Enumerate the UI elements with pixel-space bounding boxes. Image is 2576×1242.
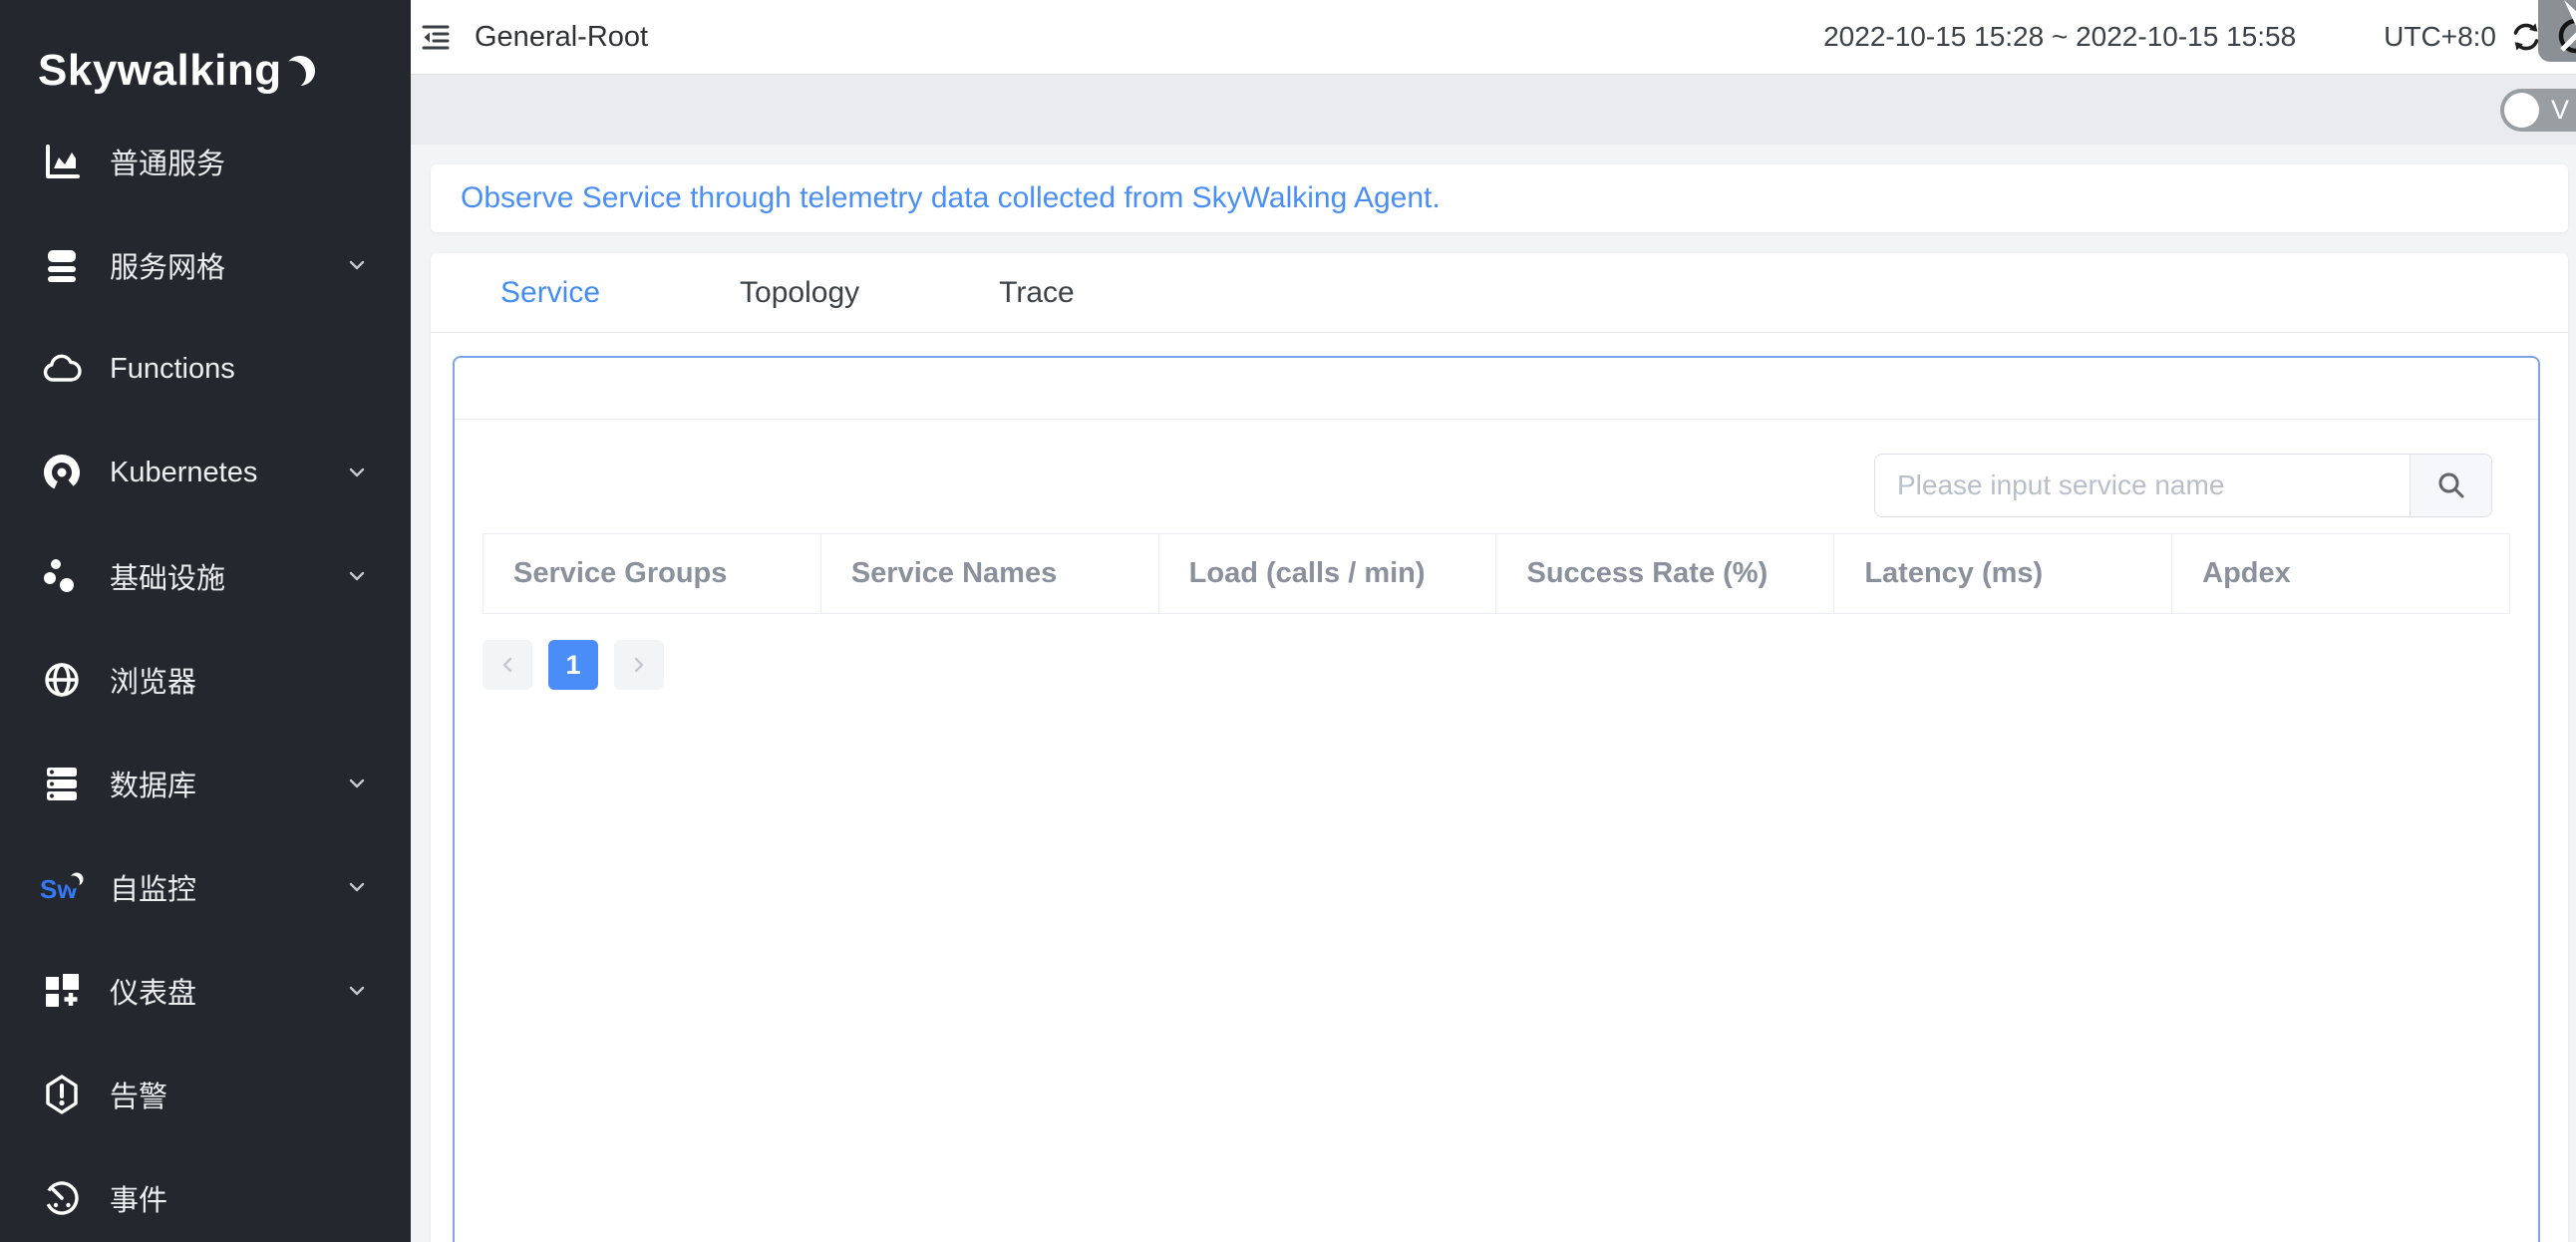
sidebar-item-label: 服务网格 xyxy=(110,244,225,286)
cloud-icon xyxy=(40,347,84,391)
events-clock-icon xyxy=(40,1176,84,1220)
sidebar-item-label: 自监控 xyxy=(110,866,196,908)
sidebar-item-label: 浏览器 xyxy=(110,659,196,701)
table-header-row: Service Groups Service Names Load (calls… xyxy=(483,534,2510,614)
notice-text: Observe Service through telemetry data c… xyxy=(461,181,1441,215)
notice-card: Observe Service through telemetry data c… xyxy=(431,164,2568,232)
infrastructure-dots-icon xyxy=(40,554,84,598)
sidebar-item-browser[interactable]: 浏览器 xyxy=(0,628,411,732)
service-panel: Service Groups Service Names Load (calls… xyxy=(453,356,2540,1242)
sidebar-item-events[interactable]: 事件 xyxy=(0,1146,411,1242)
sidebar-item-label: Functions xyxy=(110,353,235,386)
sidebar-item-functions[interactable]: Functions xyxy=(0,317,411,421)
sidebar-collapse-button[interactable] xyxy=(419,20,453,54)
main-area: General-Root 2022-10-15 15:28 ~ 2022-10-… xyxy=(411,0,2576,1242)
sidebar-item-database[interactable]: 数据库 xyxy=(0,732,411,835)
column-service-groups: Service Groups xyxy=(483,534,821,614)
toggle-label: V xyxy=(2551,95,2569,126)
page-number-active[interactable]: 1 xyxy=(548,640,598,690)
toggle-knob xyxy=(2504,93,2539,128)
sidebar-item-infrastructure[interactable]: 基础设施 xyxy=(0,524,411,628)
sidebar-item-label: 普通服务 xyxy=(110,141,225,182)
globe-icon xyxy=(40,658,84,702)
chevron-down-icon xyxy=(345,772,369,795)
sidebar-item-label: 告警 xyxy=(110,1074,167,1115)
sidebar: Skywalking 普通服务 xyxy=(0,0,411,1242)
column-apdex: Apdex xyxy=(2172,534,2510,614)
search-input[interactable] xyxy=(1875,455,2410,516)
time-range-picker[interactable]: 2022-10-15 15:28 ~ 2022-10-15 15:58 xyxy=(1823,21,2296,53)
services-table: Service Groups Service Names Load (calls… xyxy=(483,533,2510,614)
topbar: General-Root 2022-10-15 15:28 ~ 2022-10-… xyxy=(411,0,2576,74)
sidebar-item-service-mesh[interactable]: 服务网格 xyxy=(0,213,411,317)
sidebar-item-alerting[interactable]: 告警 xyxy=(0,1043,411,1146)
sidebar-item-label: Kubernetes xyxy=(110,457,257,489)
chart-icon xyxy=(40,140,84,183)
column-service-names: Service Names xyxy=(820,534,1158,614)
timezone-selector[interactable]: UTC+8:0 xyxy=(2384,21,2496,53)
panel-toolbar xyxy=(455,358,2538,420)
sidebar-item-dashboards[interactable]: 仪表盘 xyxy=(0,939,411,1043)
content-area: Observe Service through telemetry data c… xyxy=(411,145,2576,1242)
search-button[interactable] xyxy=(2410,455,2491,516)
tabs-card: Service Topology Trace xyxy=(431,253,2568,1242)
pagination: 1 xyxy=(483,640,2510,690)
chevron-down-icon xyxy=(345,461,369,484)
column-success-rate: Success Rate (%) xyxy=(1496,534,1834,614)
mesh-layers-icon xyxy=(40,243,84,287)
corner-overlay xyxy=(2538,0,2576,62)
tab-trace[interactable]: Trace xyxy=(999,276,1075,310)
skywalking-logo: Skywalking xyxy=(0,0,411,96)
tab-content: Service Groups Service Names Load (calls… xyxy=(431,333,2568,1242)
crescent-moon-icon xyxy=(278,47,320,102)
skywalking-sw-icon: Sw xyxy=(40,865,84,909)
sidebar-item-general-service[interactable]: 普通服务 xyxy=(0,110,411,213)
tab-service[interactable]: Service xyxy=(500,276,600,310)
sidebar-item-label: 仪表盘 xyxy=(110,970,196,1012)
database-icon xyxy=(40,762,84,805)
chevron-down-icon xyxy=(345,979,369,1003)
sidebar-item-kubernetes[interactable]: Kubernetes xyxy=(0,421,411,524)
sidebar-item-label: 数据库 xyxy=(110,763,196,804)
previous-page-button[interactable] xyxy=(483,640,532,690)
panel-body: Service Groups Service Names Load (calls… xyxy=(455,420,2538,690)
chevron-down-icon xyxy=(345,564,369,588)
sidebar-item-self-observability[interactable]: Sw 自监控 xyxy=(0,835,411,939)
secondary-toolbar: V xyxy=(411,74,2576,145)
tab-topology[interactable]: Topology xyxy=(740,276,859,310)
alarm-hexagon-icon xyxy=(40,1073,84,1116)
app-root: Skywalking 普通服务 xyxy=(0,0,2576,1242)
sidebar-item-label: 基础设施 xyxy=(110,555,225,597)
page-title: General-Root xyxy=(475,21,648,54)
search-row xyxy=(483,420,2510,533)
column-latency: Latency (ms) xyxy=(1834,534,2172,614)
sidebar-nav: 普通服务 服务网格 xyxy=(0,110,411,1242)
next-page-button[interactable] xyxy=(614,640,664,690)
chevron-down-icon xyxy=(345,875,369,899)
logo-text: Skywalking xyxy=(38,46,282,96)
column-load: Load (calls / min) xyxy=(1158,534,1496,614)
search-box xyxy=(1874,454,2492,517)
version-toggle[interactable]: V xyxy=(2500,89,2576,132)
dashboard-grid-icon xyxy=(40,969,84,1013)
sidebar-item-label: 事件 xyxy=(110,1177,167,1219)
kubernetes-icon xyxy=(40,451,84,494)
chevron-down-icon xyxy=(345,253,369,277)
tab-header: Service Topology Trace xyxy=(431,253,2568,333)
